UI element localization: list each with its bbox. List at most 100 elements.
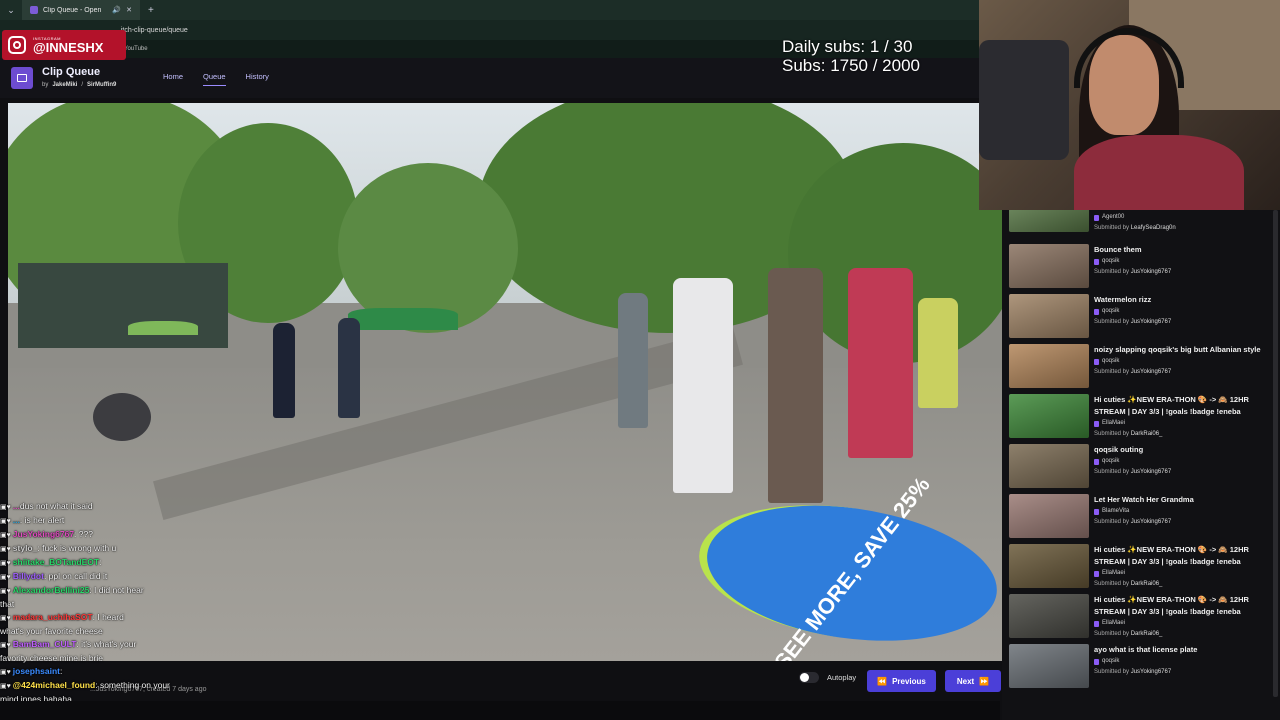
queue-item[interactable]: Watermelon rizz qoqsik Submitted by JusYok…: [1009, 294, 1274, 340]
channel-name: BlameVita: [1102, 508, 1130, 514]
submitted-by-label: Submitted by: [1094, 519, 1130, 525]
queue-item-title[interactable]: Bounce them: [1094, 244, 1274, 256]
queue-item[interactable]: ayo what is that license plate qoqsik Subm…: [1009, 644, 1274, 690]
instagram-badge: INSTAGRAM @INNESHX: [2, 30, 126, 60]
nav-history[interactable]: History: [246, 72, 269, 86]
queue-item-channel: qoqsik: [1094, 256, 1274, 267]
chat-message: ▣♥ JusYoking6767: ???: [0, 528, 240, 542]
queue-item-submitter: Submitted by JusYoking6767: [1094, 267, 1274, 277]
queue-item[interactable]: Hi cuties ✨NEW ERA-THON 🎨 -> 🙈 12HR STRE…: [1009, 594, 1274, 640]
queue-item-info: trying to kick a ballAgent00Submitted by…: [1094, 210, 1274, 233]
chat-badge-icon: ▣♥: [0, 560, 11, 567]
browser-tab[interactable]: Clip Queue - Open 🔊 ✕: [22, 0, 140, 20]
queue-thumbnail[interactable]: [1009, 344, 1089, 388]
next-label: Next: [956, 676, 975, 686]
chat-badge-icon: ▣♥: [0, 669, 11, 676]
autoplay-toggle[interactable]: [799, 672, 819, 683]
chat-username[interactable]: JusYoking6767: [13, 529, 74, 539]
queue-item-submitter: Submitted by DarkRai06_: [1094, 579, 1274, 589]
chat-message: ▣♥...: is her alert: [0, 514, 240, 528]
submitter-name: JusYoking6767: [1130, 269, 1172, 275]
chat-username[interactable]: ...: [13, 501, 20, 511]
channel-name: qoqsik: [1102, 358, 1120, 364]
queue-thumbnail[interactable]: [1009, 594, 1089, 638]
chat-username[interactable]: AlexandorBellini25: [13, 585, 90, 595]
twitch-icon: [1094, 508, 1099, 515]
queue-item-info: qoqsik outing qoqsik Submitted by JusYokin…: [1094, 444, 1274, 477]
chat-badge-icon: ▣♥: [0, 574, 11, 581]
total-subs-text: Subs: 1750 / 2000: [782, 56, 921, 75]
queue-thumbnail[interactable]: [1009, 444, 1089, 488]
instagram-icon: [8, 36, 26, 54]
queue-item-submitter: Submitted by JusYoking6767: [1094, 367, 1274, 377]
browser-tab-bar: ⌄ Clip Queue - Open 🔊 ✕ +: [0, 0, 980, 20]
queue-thumbnail[interactable]: [1009, 544, 1089, 588]
chat-username[interactable]: stylo_: [13, 543, 38, 553]
queue-item[interactable]: Hi cuties ✨NEW ERA-THON 🎨 -> 🙈 12HR STRE…: [1009, 544, 1274, 590]
queue-item-channel: qoqsik: [1094, 356, 1274, 367]
app-title[interactable]: Clip Queue: [42, 66, 100, 78]
author-link-1[interactable]: JakeMiki: [52, 82, 77, 88]
bottom-strip: [0, 701, 1000, 720]
queue-item-title[interactable]: ayo what is that license plate: [1094, 644, 1274, 656]
new-tab-icon[interactable]: +: [140, 5, 162, 16]
queue-item-title[interactable]: Hi cuties ✨NEW ERA-THON 🎨 -> 🙈 12HR STRE…: [1094, 544, 1274, 568]
instagram-handle: @INNESHX: [33, 40, 104, 55]
chat-text: :: [99, 557, 102, 567]
queue-item-channel: EllaMaei: [1094, 418, 1274, 429]
chat-username[interactable]: @424michael_found: [13, 680, 95, 690]
queue-item-title[interactable]: Let Her Watch Her Grandma: [1094, 494, 1274, 506]
tab-menu-icon[interactable]: ⌄: [0, 0, 22, 20]
queue-thumbnail[interactable]: [1009, 644, 1089, 688]
chat-username[interactable]: shiitake_BOTandEOT: [13, 557, 99, 567]
chat-username[interactable]: Billydot: [13, 571, 44, 581]
queue-item-title[interactable]: noizy slapping qoqsik's big butt Albania…: [1094, 344, 1274, 356]
queue-item[interactable]: qoqsik outing qoqsik Submitted by JusYokin…: [1009, 444, 1274, 490]
nav-queue[interactable]: Queue: [203, 72, 226, 86]
chat-username[interactable]: ...: [13, 515, 20, 525]
queue-item[interactable]: Hi cuties ✨NEW ERA-THON 🎨 -> 🙈 12HR STRE…: [1009, 394, 1274, 440]
queue-item-info: Hi cuties ✨NEW ERA-THON 🎨 -> 🙈 12HR STRE…: [1094, 394, 1274, 439]
speaker-icon[interactable]: 🔊: [112, 6, 121, 14]
queue-item-title[interactable]: Hi cuties ✨NEW ERA-THON 🎨 -> 🙈 12HR STRE…: [1094, 394, 1274, 418]
next-button[interactable]: Next ⏩: [945, 670, 1001, 692]
queue-item-info: Watermelon rizz qoqsik Submitted by JusYok…: [1094, 294, 1274, 327]
chat-message: ▣♥ BamBam_CULT: it's what's your: [0, 638, 240, 652]
chat-username[interactable]: BamBam_CULT: [13, 639, 77, 649]
queue-item-title[interactable]: qoqsik outing: [1094, 444, 1274, 456]
subs-counter: Daily subs: 1 / 30 Subs: 1750 / 2000: [782, 37, 920, 75]
submitted-by-label: Submitted by: [1094, 469, 1130, 475]
tv-logo-icon[interactable]: [11, 67, 33, 89]
queue-item[interactable]: Let Her Watch Her Grandma BlameVita Submit…: [1009, 494, 1274, 540]
close-icon[interactable]: ✕: [126, 6, 132, 14]
queue-item[interactable]: Bounce them qoqsik Submitted by JusYoking6…: [1009, 244, 1274, 290]
queue-thumbnail[interactable]: [1009, 294, 1089, 338]
previous-button[interactable]: ⏪ Previous: [867, 670, 936, 692]
chat-username[interactable]: josephsaint: [13, 666, 60, 676]
nav-home[interactable]: Home: [163, 72, 183, 86]
queue-item-channel: qoqsik: [1094, 656, 1274, 667]
twitch-icon: [1094, 658, 1099, 665]
twitch-icon: [1094, 214, 1099, 221]
twitch-icon: [1094, 458, 1099, 465]
video-person: [618, 293, 648, 428]
queue-thumbnail[interactable]: [1009, 394, 1089, 438]
chat-message: ▣♥ stylo_: fuck is wrong with u: [0, 542, 240, 556]
queue-item[interactable]: noizy slapping qoqsik's big butt Albania…: [1009, 344, 1274, 390]
queue-thumbnail[interactable]: [1009, 494, 1089, 538]
webcam-mic-arm: [979, 40, 1069, 160]
chat-text: : ???: [74, 529, 93, 539]
submitted-by-label: Submitted by: [1094, 269, 1130, 275]
queue-thumbnail[interactable]: [1009, 210, 1089, 232]
author-link-2[interactable]: SirMuffin9: [87, 82, 116, 88]
queue-item-title[interactable]: Hi cuties ✨NEW ERA-THON 🎨 -> 🙈 12HR STRE…: [1094, 594, 1274, 618]
queue-item-title[interactable]: Watermelon rizz: [1094, 294, 1274, 306]
chat-username[interactable]: madara_uchihaSOT: [13, 612, 93, 622]
queue-item-submitter: Submitted by LeafySeaDrag0n: [1094, 223, 1274, 233]
chat-message: that: [0, 598, 240, 611]
queue-item-submitter: Submitted by JusYoking6767: [1094, 667, 1274, 677]
bookmark-youtube[interactable]: YouTube: [124, 46, 148, 52]
queue-scrollbar[interactable]: [1273, 210, 1278, 697]
queue-thumbnail[interactable]: [1009, 244, 1089, 288]
queue-item-submitter: Submitted by JusYoking6767: [1094, 517, 1274, 527]
